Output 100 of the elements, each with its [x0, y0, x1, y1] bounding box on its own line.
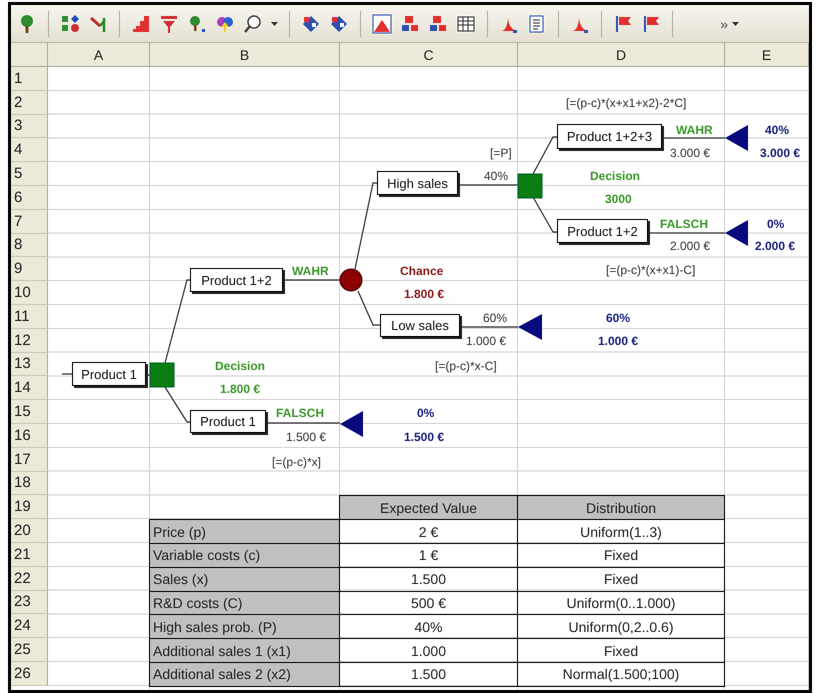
row-label: Additional sales 2 (x2) [149, 662, 340, 687]
row-number[interactable]: 1 [11, 67, 48, 91]
blocks-icon[interactable] [400, 14, 420, 34]
row-label: High sales prob. (P) [149, 614, 340, 640]
search-icon[interactable] [243, 14, 263, 34]
row-label: R&D costs (C) [149, 590, 340, 616]
end-node [340, 411, 363, 437]
chance-node [340, 268, 362, 292]
chart-icon[interactable] [372, 14, 392, 34]
column-header[interactable]: D [518, 43, 725, 67]
result-text: 60% [606, 310, 630, 326]
choice-label: WAHR [676, 122, 713, 138]
row-number[interactable]: 25 [11, 638, 48, 662]
row-number[interactable]: 5 [11, 162, 48, 186]
value-text: 3.000 € [670, 145, 710, 161]
formula-text: [=P] [490, 145, 512, 161]
row-number[interactable]: 18 [11, 472, 48, 496]
branch-label: Product 1 [190, 410, 266, 433]
row-number[interactable]: 14 [11, 376, 48, 400]
row-number[interactable]: 16 [11, 424, 48, 448]
connector-line [458, 184, 518, 186]
result-text: 40% [765, 122, 790, 138]
caret-icon[interactable] [271, 22, 278, 26]
connector-line [662, 137, 725, 139]
branch-label: High sales [377, 171, 458, 195]
end-node [725, 220, 748, 246]
end-node [518, 314, 542, 340]
value-text: 40% [484, 168, 508, 184]
connector-line [62, 373, 72, 375]
branch-label: Product 1+2+3 [557, 124, 662, 149]
row-number[interactable]: 26 [11, 662, 48, 686]
result-text: 0% [767, 216, 784, 232]
row-number[interactable]: 23 [11, 590, 48, 614]
row-number[interactable]: 13 [11, 352, 48, 376]
row-number[interactable]: 22 [11, 566, 48, 591]
value-text: 60% [483, 310, 508, 326]
shapes-icon[interactable] [60, 14, 80, 34]
row-number[interactable]: 7 [11, 210, 48, 234]
result-text: 1.000 € [598, 333, 638, 349]
row-number[interactable]: 9 [11, 257, 48, 282]
table-icon[interactable] [456, 14, 476, 34]
column-header[interactable]: B [150, 43, 340, 67]
funnel-icon[interactable] [159, 14, 179, 34]
value-text: 2.000 € [670, 238, 710, 254]
row-label: Price (p) [149, 519, 340, 544]
diamond-icon[interactable] [329, 14, 349, 34]
blocks-icon[interactable] [428, 14, 448, 34]
choice-label: WAHR [292, 263, 329, 279]
connector-line [164, 386, 190, 423]
flag-icon[interactable] [641, 14, 661, 34]
row-number[interactable]: 24 [11, 614, 48, 638]
row-label: Sales (x) [149, 566, 340, 592]
tree-icon[interactable] [187, 14, 207, 34]
choice-label: FALSCH [660, 216, 708, 232]
column-header[interactable]: A [48, 43, 150, 67]
row-number[interactable]: 4 [11, 138, 48, 162]
end-node [725, 125, 748, 151]
row-number[interactable]: 8 [11, 234, 48, 258]
chance-label: 1.800 € [404, 286, 444, 302]
branch-label: Product 1+2 [557, 219, 648, 243]
result-text: 1.500 € [404, 429, 444, 445]
row-number[interactable]: 15 [11, 400, 48, 424]
row-label: Variable costs (c) [149, 542, 340, 568]
row-number[interactable]: 12 [11, 328, 48, 353]
table-header: Distribution [517, 495, 725, 520]
decision-label: 3000 [605, 191, 632, 207]
row-number[interactable]: 20 [11, 519, 48, 543]
connector-line [283, 279, 340, 281]
decision-label: Decision [215, 358, 266, 374]
row-number[interactable]: 17 [11, 448, 48, 472]
column-header[interactable]: C [340, 43, 518, 67]
decision-label: 1.800 € [220, 381, 260, 397]
column-header[interactable]: E [725, 43, 809, 67]
result-text: 0% [417, 405, 434, 421]
decision-label: Decision [590, 168, 640, 184]
decision-node [150, 362, 174, 388]
table-cell: Normal(1.500;100) [517, 662, 725, 687]
value-text: 1.500 € [286, 429, 326, 445]
choice-label: FALSCH [276, 405, 324, 421]
connector-line [460, 326, 518, 328]
row-number[interactable]: 3 [11, 114, 48, 138]
result-text: 2.000 € [755, 238, 796, 254]
row-number[interactable]: 6 [11, 186, 48, 210]
branch-label: Product 1 [72, 362, 146, 386]
flag-icon[interactable] [613, 14, 633, 34]
row-number[interactable]: 2 [11, 90, 48, 115]
row-number[interactable]: 19 [11, 495, 48, 520]
diamond-icon[interactable] [301, 14, 321, 34]
staircase-icon[interactable] [131, 14, 151, 34]
row-label: Additional sales 1 (x1) [149, 638, 340, 663]
row-number[interactable]: 10 [11, 281, 48, 305]
row-number[interactable]: 21 [11, 542, 48, 567]
formula-text: [=(p-c)*(x+x1+x2)-2*C] [566, 95, 686, 111]
connector-line [357, 290, 380, 326]
caret-icon[interactable] [732, 22, 739, 26]
value-text: 1.000 € [466, 333, 506, 349]
row-number[interactable]: 11 [11, 304, 48, 329]
formula-text: [=(p-c)*(x+x1)-C] [606, 262, 696, 278]
decision-node [518, 174, 542, 198]
overflow-button[interactable]: » [716, 14, 743, 34]
